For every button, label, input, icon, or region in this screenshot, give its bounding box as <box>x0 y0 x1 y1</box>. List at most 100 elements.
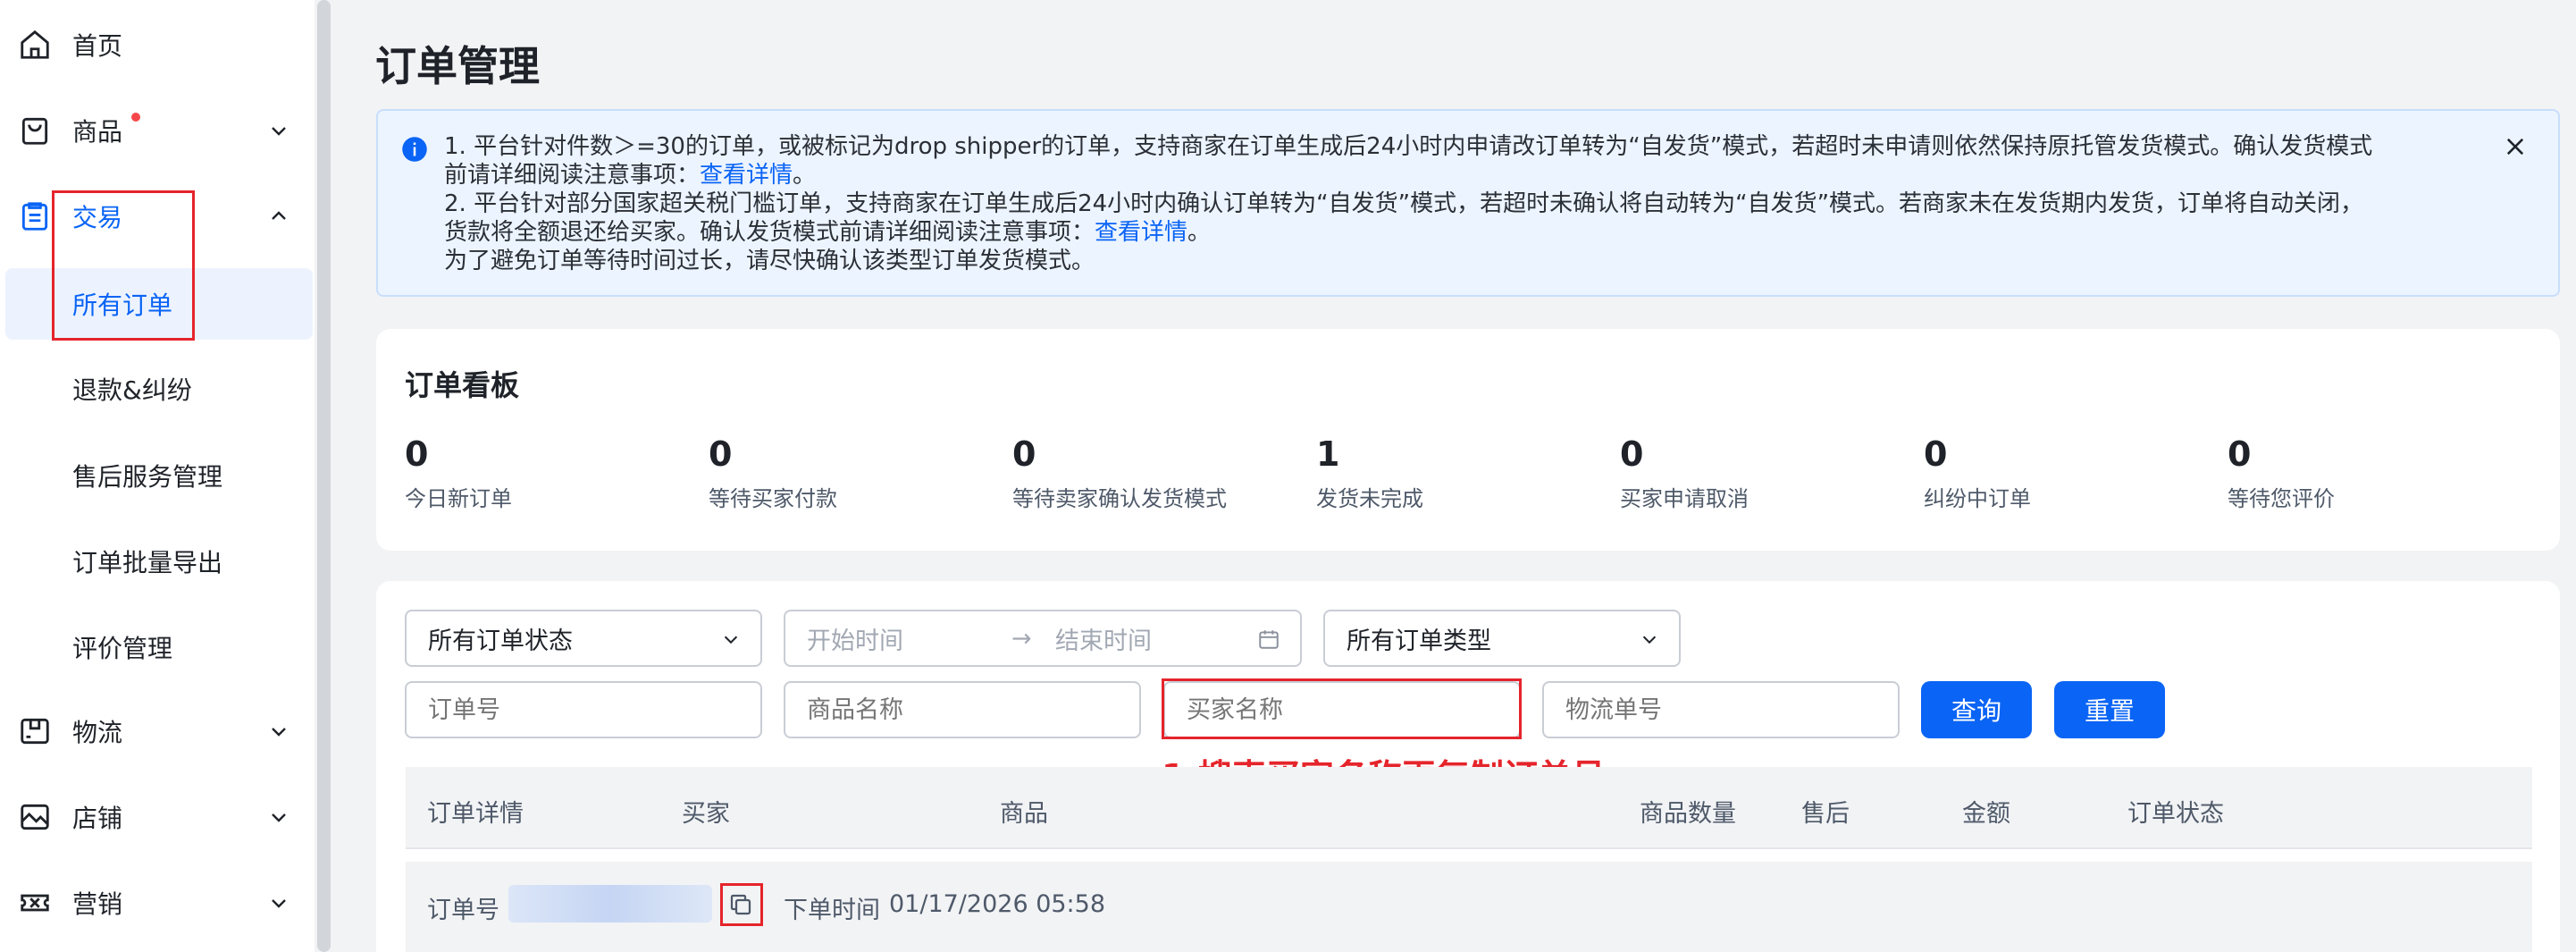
notice-line-1b: 前请详细阅读注意事项： <box>444 162 701 189</box>
chevron-down-icon <box>724 636 738 644</box>
stat-label: 今日新订单 <box>405 486 512 511</box>
ticket-icon <box>21 894 49 912</box>
sidebar-item-all-orders[interactable]: 所有订单 <box>5 268 313 340</box>
nav-marketing-label: 营销 <box>72 889 123 919</box>
order-type-value: 所有订单类型 <box>1347 627 1491 655</box>
reset-button[interactable]: 重置 <box>2054 681 2165 738</box>
notice-period: 。 <box>793 162 817 189</box>
chevron-down-icon <box>1642 636 1657 644</box>
order-status-select[interactable]: 所有订单状态 <box>405 610 762 667</box>
stat-disputes[interactable]: 0 纠纷中订单 <box>1924 434 2031 512</box>
order-type-select[interactable]: 所有订单类型 <box>1323 610 1681 667</box>
page-title: 订单管理 <box>375 42 540 90</box>
column-quantity: 商品数量 <box>1640 800 1736 828</box>
bag-icon <box>21 117 48 145</box>
column-order-details: 订单详情 <box>427 800 524 828</box>
stat-value: 1 <box>1316 434 1340 474</box>
stat-value: 0 <box>1012 434 1036 474</box>
tracking-number-input[interactable] <box>1542 681 1900 738</box>
notice-period: 。 <box>1187 219 1212 246</box>
stat-label: 纠纷中订单 <box>1924 486 2031 511</box>
buyer-name-input[interactable] <box>1163 681 1521 738</box>
order-status-value: 所有订单状态 <box>428 627 573 655</box>
stat-label: 等待您评价 <box>2228 486 2335 511</box>
nav-store-label: 店铺 <box>72 804 123 833</box>
order-number-input[interactable] <box>405 681 762 738</box>
order-number-label: 订单号 <box>427 897 499 924</box>
stat-value: 0 <box>2228 434 2252 474</box>
info-icon <box>402 137 427 162</box>
dashboard-title: 订单看板 <box>405 368 520 402</box>
sidebar-item-label: 退款&纠纷 <box>72 375 192 405</box>
notice-link-details-2[interactable]: 查看详情 <box>1095 219 1187 246</box>
calendar-icon <box>1259 630 1279 649</box>
column-after-sales: 售后 <box>1801 800 1850 828</box>
stat-awaiting-payment[interactable]: 0 等待买家付款 <box>709 434 837 512</box>
table-row: 订单号 下单时间 01/17/2026 05:58 <box>406 862 2532 952</box>
stat-value: 0 <box>709 434 733 474</box>
nav-store[interactable]: 店铺 <box>0 785 315 849</box>
notice-text: 1. 平台针对件数＞=30的订单，或被标记为drop shipper的订单，支持… <box>444 132 2526 275</box>
chevron-down-icon <box>272 127 286 136</box>
close-icon[interactable] <box>2503 134 2528 159</box>
nav-home[interactable]: 首页 <box>0 13 315 77</box>
nav-marketing[interactable]: 营销 <box>0 871 315 935</box>
sidebar-item-label: 评价管理 <box>72 634 173 663</box>
nav-products-label: 商品 <box>72 117 123 147</box>
sidebar-item-label: 所有订单 <box>72 291 173 320</box>
range-arrow: → <box>1011 624 1032 653</box>
stat-value: 0 <box>1620 434 1644 474</box>
stat-awaiting-shipping-mode[interactable]: 0 等待卖家确认发货模式 <box>1012 434 1227 512</box>
sidebar: 首页 商品 交易 所有订单 退款&纠纷 售后服务管理 订单批量导出 评价管理 物… <box>0 0 315 952</box>
sidebar-item-bulk-export[interactable]: 订单批量导出 <box>0 526 315 597</box>
sidebar-item-label: 售后服务管理 <box>72 462 223 492</box>
stat-cancel-requests[interactable]: 0 买家申请取消 <box>1620 434 1749 512</box>
order-time-value: 01/17/2026 05:58 <box>889 890 1106 918</box>
column-order-status: 订单状态 <box>2127 800 2224 828</box>
chevron-down-icon <box>272 813 286 822</box>
chevron-down-icon <box>272 728 286 737</box>
column-buyer: 买家 <box>682 800 730 828</box>
date-range-picker[interactable]: 开始时间 → 结束时间 <box>784 610 1302 667</box>
store-icon <box>21 804 49 830</box>
nav-trade[interactable]: 交易 <box>0 184 315 249</box>
start-time-placeholder: 开始时间 <box>807 627 903 655</box>
chevron-up-icon <box>272 211 286 220</box>
sidebar-item-refunds[interactable]: 退款&纠纷 <box>0 353 315 425</box>
column-amount: 金额 <box>1962 800 2010 828</box>
end-time-placeholder: 结束时间 <box>1055 627 1152 655</box>
chevron-down-icon <box>272 899 286 908</box>
notice-line-1: 1. 平台针对件数＞=30的订单，或被标记为drop shipper的订单，支持… <box>444 133 2373 160</box>
stat-shipping-incomplete[interactable]: 1 发货未完成 <box>1316 434 1423 512</box>
order-time-label: 下单时间 <box>784 897 880 924</box>
stat-label: 等待买家付款 <box>709 486 837 511</box>
nav-trade-label: 交易 <box>72 203 123 232</box>
home-icon <box>21 29 49 59</box>
product-name-input[interactable] <box>784 681 1141 738</box>
notice-link-details-1[interactable]: 查看详情 <box>700 162 793 189</box>
order-dashboard-card: 订单看板 0 今日新订单 0 等待买家付款 0 等待卖家确认发货模式 1 发货未… <box>376 329 2560 551</box>
stat-value: 0 <box>405 434 429 474</box>
column-product: 商品 <box>1000 800 1048 828</box>
nav-logistics[interactable]: 物流 <box>0 699 315 763</box>
stat-awaiting-review[interactable]: 0 等待您评价 <box>2228 434 2335 512</box>
sidebar-item-after-sales[interactable]: 售后服务管理 <box>0 440 315 511</box>
stat-label: 等待卖家确认发货模式 <box>1012 486 1227 511</box>
stat-label: 发货未完成 <box>1316 486 1423 511</box>
copy-icon[interactable] <box>727 891 754 918</box>
query-button[interactable]: 查询 <box>1921 681 2032 738</box>
clipboard-icon <box>21 202 48 231</box>
stat-today-new[interactable]: 0 今日新订单 <box>405 434 512 512</box>
notice-banner: 1. 平台针对件数＞=30的订单，或被标记为drop shipper的订单，支持… <box>376 109 2560 297</box>
notice-line-2b: 货款将全额退还给买家。确认发货模式前请详细阅读注意事项： <box>444 219 1095 246</box>
notice-line-3: 为了避免订单等待时间过长，请尽快确认该类型订单发货模式。 <box>444 248 1095 274</box>
sidebar-scrollbar[interactable] <box>317 0 331 952</box>
stat-label: 买家申请取消 <box>1620 486 1749 511</box>
new-badge-dot <box>131 113 140 122</box>
truck-icon <box>21 718 49 745</box>
sidebar-item-label: 订单批量导出 <box>72 548 223 577</box>
nav-products[interactable]: 商品 <box>0 98 315 163</box>
nav-logistics-label: 物流 <box>72 718 123 747</box>
sidebar-item-reviews[interactable]: 评价管理 <box>0 611 315 683</box>
stat-value: 0 <box>1924 434 1948 474</box>
